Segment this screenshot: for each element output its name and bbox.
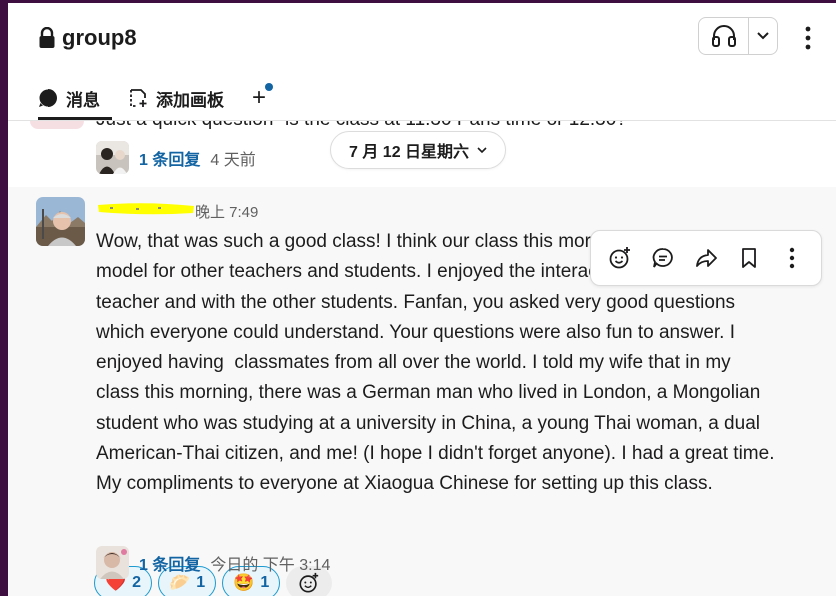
headphones-icon <box>711 25 736 47</box>
redacted-sender-name <box>98 203 194 215</box>
date-divider-button[interactable]: 7 月 12 日星期六 <box>330 131 507 169</box>
message-line: American-Thai citizen, and me! (I hope I… <box>96 443 775 465</box>
notification-dot <box>265 83 274 91</box>
active-tab-indicator <box>38 117 112 120</box>
reply-in-thread-icon <box>652 248 673 268</box>
forward-button[interactable] <box>688 240 724 276</box>
channel-tabs: 消息 添加画板 + <box>38 83 274 113</box>
last-reply-time: 今日的 下午 3:14 <box>210 556 331 574</box>
more-vertical-icon <box>805 26 811 50</box>
chevron-down-icon <box>477 146 487 153</box>
message-icon <box>39 89 57 108</box>
reply-count-link[interactable]: 1 条回复 <box>139 146 200 170</box>
date-label: 7 月 12 日星期六 <box>349 144 470 161</box>
bookmark-icon <box>741 248 756 268</box>
lock-icon <box>39 27 55 48</box>
avatar[interactable] <box>30 121 84 129</box>
message-line: enjoyed having classmates from all over … <box>96 352 731 374</box>
huddle-control <box>698 17 778 55</box>
channel-title[interactable]: group8 <box>38 25 137 51</box>
tab-label: 添加画板 <box>156 90 224 110</box>
slack-channel-window: group8 消息 添加画板 + 1 条回复 4 天前 7 月 12 日星期六 … <box>0 0 836 596</box>
more-actions-button[interactable] <box>774 240 810 276</box>
huddle-options-button[interactable] <box>749 18 777 54</box>
message-line: student who was studying at a university… <box>96 412 760 434</box>
workspace-sidebar-edge <box>0 0 8 596</box>
add-reaction-icon <box>609 247 631 269</box>
chevron-down-icon <box>757 32 769 40</box>
avatar <box>96 141 129 174</box>
channel-header: group8 消息 添加画板 + <box>8 3 836 121</box>
message-actions-toolbar <box>590 230 822 286</box>
plus-icon: + <box>252 84 267 111</box>
tab-label: 消息 <box>66 90 100 110</box>
reply-count-link[interactable]: 1 条回复 <box>139 551 200 575</box>
save-for-later-button[interactable] <box>731 240 767 276</box>
avatar[interactable] <box>36 197 85 246</box>
message-line: teacher and with the other students. Fan… <box>96 291 736 313</box>
message-text: Just a quick question- is the class at 1… <box>96 121 627 131</box>
add-tab-button[interactable]: + <box>252 83 274 113</box>
message-list: Just a quick question- is the class at 1… <box>8 121 836 596</box>
tab-add-canvas[interactable]: 添加画板 <box>128 83 224 113</box>
more-actions-icon <box>789 247 794 269</box>
huddle-button[interactable] <box>699 18 749 54</box>
message-line: class this morning, there was a German m… <box>96 382 761 404</box>
channel-more-button[interactable] <box>796 21 820 55</box>
forward-icon <box>696 249 717 267</box>
add-reaction-button[interactable] <box>602 240 638 276</box>
thread-summary[interactable]: 1 条回复 今日的 下午 3:14 <box>96 546 330 579</box>
message-item[interactable]: 晚上 7:49 Wow, that was such a good class!… <box>8 187 836 596</box>
thread-summary[interactable]: 1 条回复 4 天前 <box>96 141 256 174</box>
canvas-icon <box>130 89 147 107</box>
reply-in-thread-button[interactable] <box>645 240 681 276</box>
last-reply-time: 4 天前 <box>210 151 256 169</box>
tab-messages[interactable]: 消息 <box>38 83 100 113</box>
message-timestamp[interactable]: 晚上 7:49 <box>195 201 258 222</box>
channel-name: group8 <box>62 25 137 50</box>
message-line: My compliments to everyone at Xiaogua Ch… <box>96 473 713 495</box>
message-line: which everyone could understand. Your qu… <box>96 321 736 343</box>
avatar <box>96 546 129 579</box>
